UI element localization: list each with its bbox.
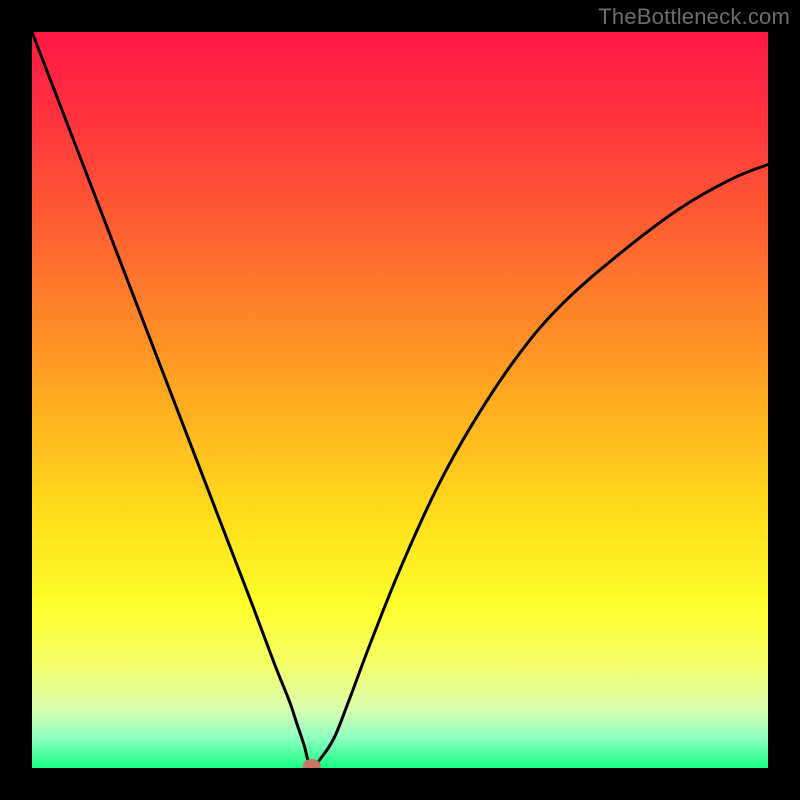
gradient-background bbox=[32, 32, 768, 768]
chart-frame: TheBottleneck.com bbox=[0, 0, 800, 800]
bottleneck-chart bbox=[32, 32, 768, 768]
watermark-label: TheBottleneck.com bbox=[598, 4, 790, 30]
